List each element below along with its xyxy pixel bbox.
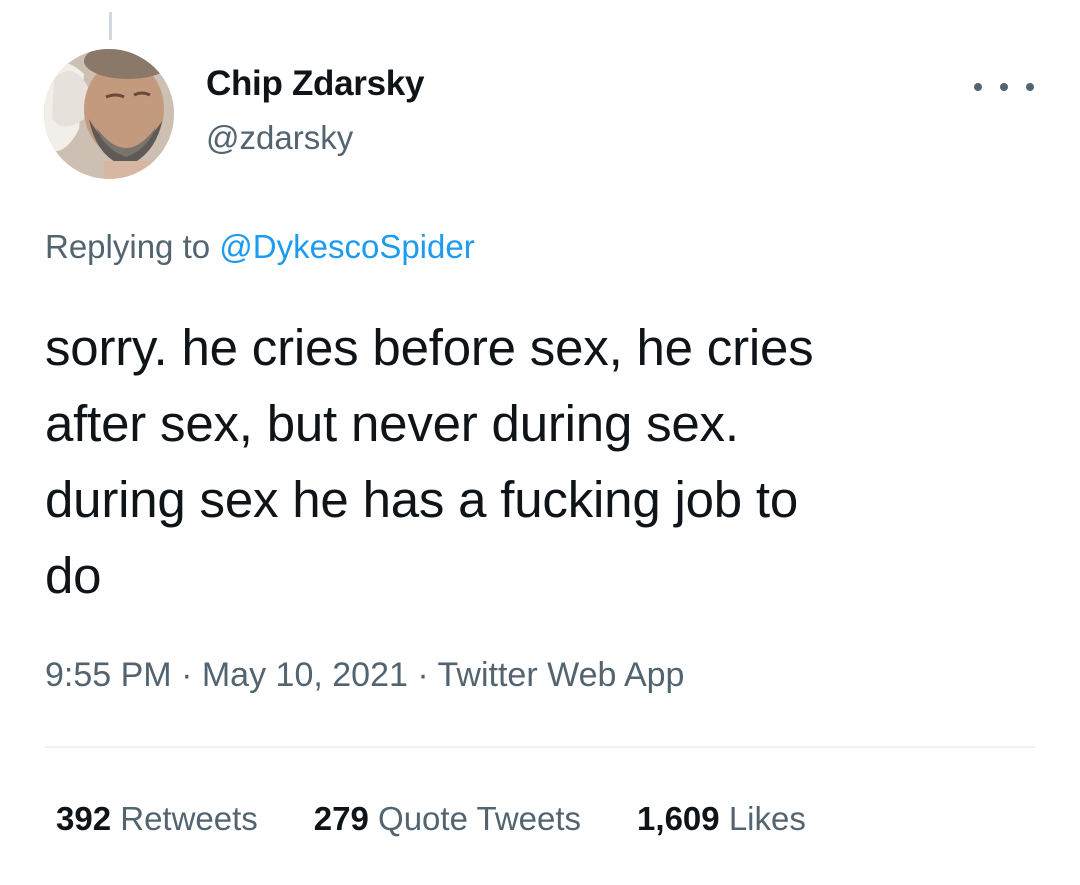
tweet-source[interactable]: Twitter Web App — [438, 656, 685, 694]
likes-label: Likes — [728, 800, 806, 837]
quote-tweets-label: Quote Tweets — [378, 800, 582, 837]
author-handle[interactable]: @zdarsky — [206, 119, 353, 157]
replying-to-mention[interactable]: @DykescoSpider — [219, 228, 474, 265]
likes-count: 1,609 — [637, 800, 720, 837]
tweet-meta: 9:55 PM · May 10, 2021 · Twitter Web App — [45, 656, 684, 695]
tweet-date[interactable]: May 10, 2021 — [202, 656, 408, 694]
more-dot — [974, 83, 982, 91]
more-dot — [1000, 83, 1008, 91]
retweets-stat[interactable]: 392 Retweets — [56, 800, 258, 838]
more-dot — [1026, 83, 1034, 91]
avatar[interactable] — [44, 49, 174, 179]
replying-to: Replying to @DykescoSpider — [45, 228, 475, 266]
meta-separator: · — [181, 656, 193, 694]
tweet-stats: 392 Retweets 279 Quote Tweets 1,609 Like… — [56, 800, 806, 838]
tweet-text: sorry. he cries before sex, he cries aft… — [45, 319, 814, 604]
tweet-time[interactable]: 9:55 PM — [45, 656, 172, 694]
likes-stat[interactable]: 1,609 Likes — [637, 800, 806, 838]
quote-tweets-count: 279 — [313, 800, 369, 837]
retweets-label: Retweets — [120, 800, 258, 837]
author-name[interactable]: Chip Zdarsky — [206, 64, 424, 104]
divider — [45, 746, 1035, 748]
retweets-count: 392 — [56, 800, 112, 837]
more-horizontal-icon[interactable] — [974, 72, 1034, 102]
avatar-image — [44, 49, 174, 179]
quote-tweets-stat[interactable]: 279 Quote Tweets — [314, 800, 581, 838]
meta-separator: · — [417, 656, 429, 694]
replying-to-label: Replying to — [45, 228, 211, 265]
thread-connector-line — [109, 12, 112, 40]
